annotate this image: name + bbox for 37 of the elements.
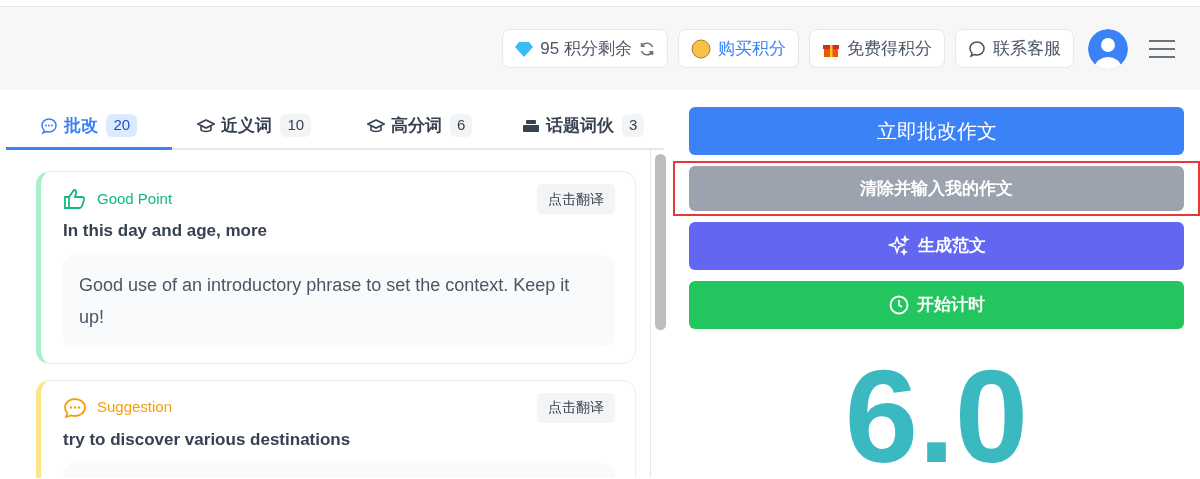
coin-icon bbox=[691, 38, 711, 59]
comment-text: Good use of an introductory phrase to set the context. Keep it up! bbox=[63, 254, 615, 347]
score: 6.0 bbox=[843, 367, 1030, 467]
refresh-icon bbox=[639, 40, 655, 57]
quoted-text: try to discover various destinations bbox=[63, 428, 352, 451]
support-button[interactable]: 联系客服 bbox=[955, 29, 1074, 68]
layers-icon bbox=[522, 117, 541, 134]
tab[interactable]: 批改 20 bbox=[6, 104, 172, 150]
tab[interactable]: 近义词 10 bbox=[171, 104, 337, 150]
free-credits-button[interactable]: 免费得积分 bbox=[809, 29, 945, 68]
count-badge: 6 bbox=[450, 114, 473, 137]
chat-bubble-icon bbox=[968, 39, 986, 58]
chat-bubble-icon bbox=[40, 116, 59, 135]
menu-icon[interactable] bbox=[1148, 38, 1176, 59]
tab[interactable]: 高分词 6 bbox=[337, 104, 503, 150]
review-essay-button[interactable]: 立即批改作文 bbox=[689, 107, 1184, 155]
graduation-cap-icon bbox=[367, 117, 386, 134]
chat-bubble-icon bbox=[63, 396, 87, 419]
generate-sample-button[interactable]: 生成范文 bbox=[689, 222, 1184, 270]
card-title: Good Point bbox=[97, 188, 173, 209]
count-badge: 3 bbox=[622, 114, 645, 137]
translate-button[interactable]: 点击翻译 bbox=[537, 184, 615, 214]
count-badge: 10 bbox=[280, 114, 312, 137]
diamond-icon bbox=[515, 40, 534, 57]
translate-button[interactable]: 点击翻译 bbox=[537, 392, 615, 423]
quoted-text: In this day and age, more bbox=[63, 220, 269, 242]
scrollbar-thumb[interactable] bbox=[655, 154, 666, 330]
tab[interactable]: 话题词伙 3 bbox=[502, 104, 664, 150]
credits-button[interactable]: 95 积分剩余 bbox=[502, 29, 668, 68]
card-title: Suggestion bbox=[97, 397, 173, 418]
clock-icon bbox=[888, 295, 909, 315]
graduation-cap-icon bbox=[197, 117, 216, 134]
thumbs-up-icon bbox=[63, 188, 87, 210]
avatar-icon[interactable] bbox=[1088, 28, 1128, 69]
buy-credits-button[interactable]: 购买积分 bbox=[678, 29, 799, 68]
count-badge: 20 bbox=[106, 114, 138, 137]
sparkles-icon bbox=[887, 235, 910, 257]
